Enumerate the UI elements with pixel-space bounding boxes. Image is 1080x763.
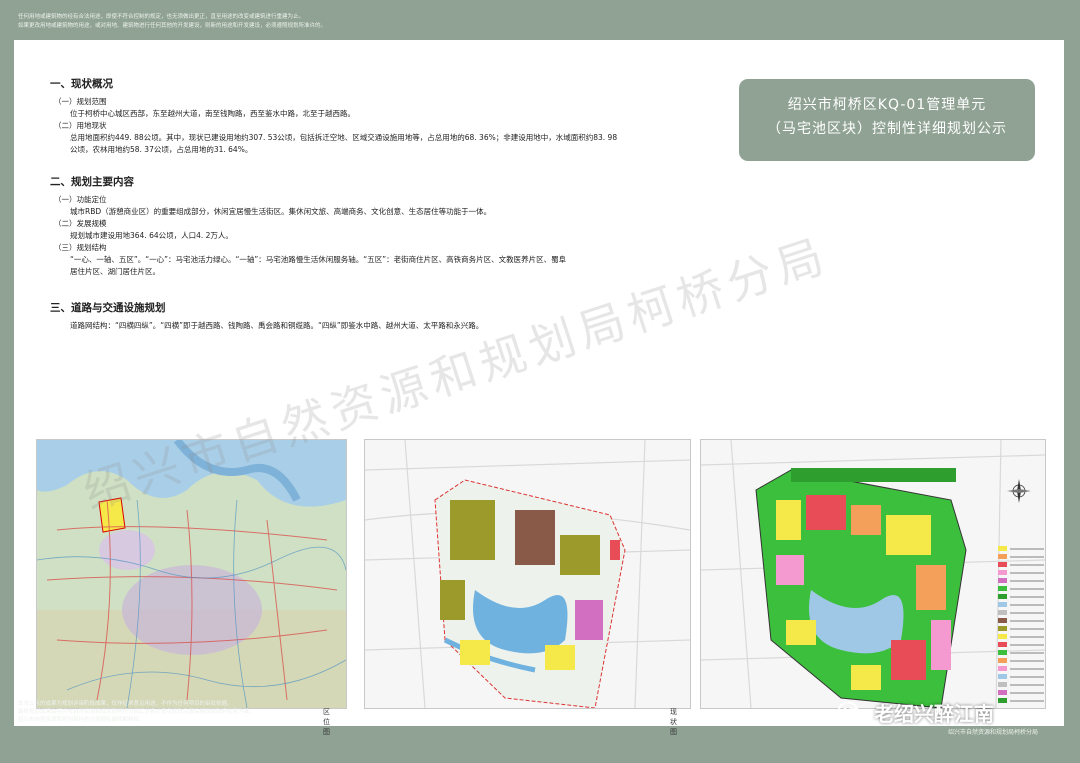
brand-watermark: 老绍兴醉江南 [838,698,994,726]
paragraph: 规划城市建设用地364. 64公顷，人口4. 2万人。 [70,231,233,240]
subsection-heading: （一）功能定位 [54,195,107,204]
status-map [364,439,691,709]
paragraph: 总用地面积约449. 88公顷。其中，现状已建设用地约307. 53公顷，包括拆… [70,133,618,142]
subsection-heading: （三）规划结构 [54,243,107,252]
section-heading: 三、道路与交通设施规划 [50,302,166,314]
subsection-heading: （二）用地现状 [54,121,107,130]
announcement-sheet: 绍兴市柯桥区KQ-01管理单元 （马宅池区块）控制性详细规划公示 一、现状概况 … [14,40,1064,736]
plan-map [700,439,1046,709]
footer-notice-line: 本次公示的成果为规划评审阶段成果，仅作征求意见用途，不作为任何项目的审批依据。 [18,701,233,707]
header-notice-line: 如果更改用地或建筑物的用途，或对用地、建筑物进行任何其他的开发建设，则新的用途和… [18,23,327,29]
paragraph: “一心、一轴、五区”。“一心”：马宅池活力绿心。“一轴”：马宅池路慢生活休闲服务… [70,255,567,264]
paragraph: 城市RBD（游憩商业区）的重要组成部分，休闲宜居慢生活街区。集休闲文旅、高端商务… [70,207,492,216]
map-legend [998,545,1058,705]
section-heading: 一、现状概况 [50,78,113,90]
main-text: 一、现状概况 （一）规划范围 位于柯桥中心城区西部，东至越州大道，南至钱陶路，西… [50,76,730,332]
footer-notice-line: 最终规划成果由绍兴市自然资源和规划局柯桥分局汇总各方意见修改完善后报同级政府批复… [18,709,255,715]
paragraph: 公顷，农林用地约58. 37公顷，占总用地的31. 64%。 [70,145,253,154]
paragraph: 道路网结构：“四横四纵”。“四横”即于越西路、钱陶路、禹会路和铜缆路。“四纵”即… [70,321,484,330]
org-label: 绍兴市自然资源和规划局柯桥分局 [948,729,1039,736]
subsection-heading: （二）发展规模 [54,219,107,228]
north-arrow-icon [1007,479,1031,503]
subsection-heading: （一）规划范围 [54,97,107,106]
wechat-icon [838,701,864,722]
paragraph: 位于柯桥中心城区西部，东至越州大道，南至钱陶路，西至鉴水中路，北至于越西路。 [70,109,355,118]
status-map-caption: 现状图 [670,708,677,736]
header-notice-line: 任何用地或建筑物的经有合法用途，即使不符合控制的规定，也无须做出更正，直至用途的… [18,14,305,20]
header-notice: 任何用地或建筑物的经有合法用途，即使不符合控制的规定，也无须做出更正，直至用途的… [18,13,718,31]
title-box: 绍兴市柯桥区KQ-01管理单元 （马宅池区块）控制性详细规划公示 [739,79,1035,161]
title-line-1: 绍兴市柯桥区KQ-01管理单元 [787,97,987,113]
title-line-2: （马宅池区块）控制性详细规划公示 [767,121,1007,137]
location-map [36,439,347,709]
footer-notice: 本次公示的成果为规划评审阶段成果，仅作征求意见用途，不作为任何项目的审批依据。 … [18,700,538,724]
paragraph: 居住片区、湖门居住片区。 [70,267,160,276]
footer-notice-line: 绍兴市自然资源和规划局柯桥分局拥有最终解释权。 [18,717,145,723]
section-heading: 二、规划主要内容 [50,176,134,188]
brand-text: 老绍兴醉江南 [874,701,994,726]
